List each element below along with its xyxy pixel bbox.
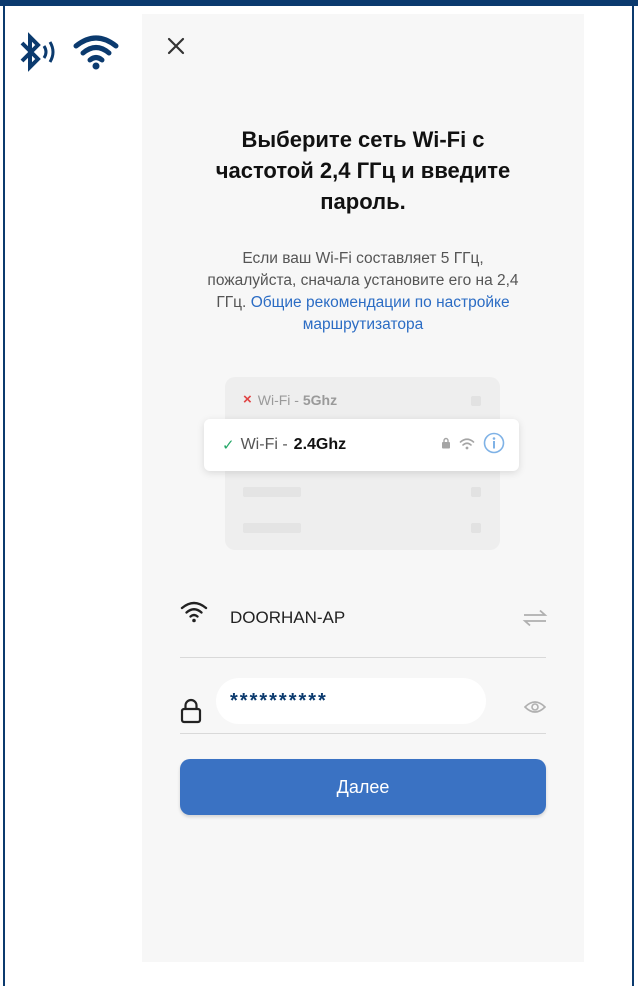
title-line: частотой 2,4 ГГц и введите: [215, 158, 511, 183]
placeholder-bar: [243, 523, 301, 533]
cross-icon: ×: [243, 391, 252, 408]
top-frame-bar: [0, 0, 638, 6]
wifi-setup-screen: Выберите сеть Wi-Fi с частотой 2,4 ГГц и…: [142, 14, 584, 962]
placeholder-bar: [243, 487, 301, 497]
title-line: пароль.: [320, 189, 406, 214]
password-input[interactable]: [216, 678, 486, 724]
wifi-icon: [180, 601, 208, 623]
illustration-5ghz-row: × Wi-Fi - 5Ghz: [243, 391, 337, 408]
band-hint-text: Если ваш Wi-Fi составляет 5 ГГц, пожалуй…: [170, 248, 556, 336]
placeholder-square: [471, 523, 481, 533]
illustration-24ghz-card: ✓ Wi-Fi - 2.4Ghz: [204, 419, 519, 471]
network-status-icons: [441, 432, 505, 454]
ssid-divider: [180, 657, 546, 658]
network-label: ✓ Wi-Fi - 2.4Ghz: [222, 436, 346, 454]
password-divider: [180, 733, 546, 734]
info-icon: [483, 432, 505, 454]
network-prefix: Wi-Fi -: [240, 436, 288, 453]
ssid-field[interactable]: DOORHAN-AP: [230, 608, 345, 628]
lock-icon: [180, 698, 202, 724]
close-icon: [167, 37, 185, 55]
close-button[interactable]: [162, 32, 190, 60]
bluetooth-icon: [18, 32, 62, 72]
network-band: 5Ghz: [302, 391, 338, 408]
left-frame-rule: [3, 6, 5, 986]
ssid-row: DOORHAN-AP: [180, 594, 548, 644]
lock-icon: [442, 437, 450, 449]
page-title: Выберите сеть Wi-Fi с частотой 2,4 ГГц и…: [172, 124, 554, 217]
hint-line: пожалуйста, сначала установите его на 2,…: [207, 272, 519, 289]
right-frame-rule: [632, 6, 634, 986]
hint-line: Если ваш Wi-Fi составляет 5 ГГц,: [242, 250, 484, 267]
network-prefix: Wi-Fi -: [257, 391, 303, 408]
password-row: [180, 678, 546, 734]
hint-text-fragment: ГГц.: [216, 294, 247, 311]
status-icons: [18, 32, 120, 72]
next-button[interactable]: Далее: [180, 759, 546, 815]
title-line: Выберите сеть Wi-Fi с: [241, 127, 485, 152]
placeholder-square: [471, 396, 481, 406]
hint-line: ГГц. Общие рекомендации по настройке: [170, 292, 556, 314]
router-guide-link-continued[interactable]: маршрутизатора: [303, 316, 423, 333]
network-label: Wi-Fi - 5Ghz: [258, 392, 337, 408]
wifi-signal-icon: [459, 437, 475, 449]
wifi-icon: [72, 32, 120, 72]
show-password-icon[interactable]: [524, 700, 546, 714]
placeholder-square: [471, 487, 481, 497]
check-icon: ✓: [222, 437, 235, 454]
network-band: 2.4Ghz: [293, 436, 347, 453]
switch-network-icon[interactable]: [522, 608, 548, 628]
router-guide-link[interactable]: Общие рекомендации по настройке: [251, 294, 510, 311]
